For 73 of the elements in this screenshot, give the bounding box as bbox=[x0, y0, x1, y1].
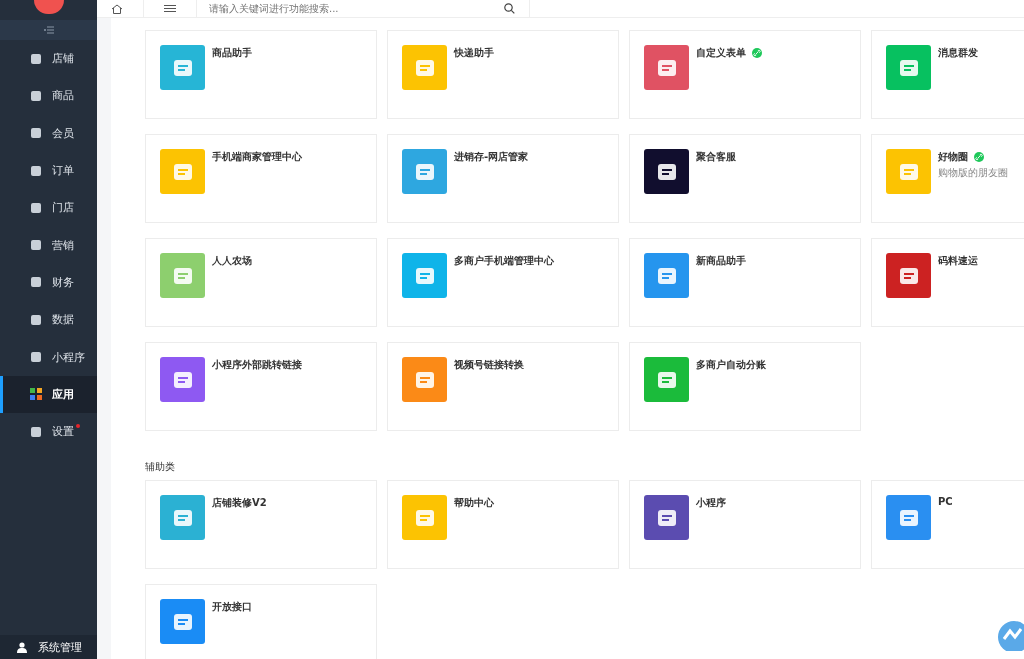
sidebar-item[interactable]: 订单 bbox=[0, 151, 97, 190]
menu-item-icon bbox=[30, 425, 42, 438]
logo-icon bbox=[33, 0, 64, 14]
menu-item-icon bbox=[30, 351, 42, 363]
sidebar-item[interactable]: 财务 bbox=[0, 263, 97, 302]
app-card[interactable]: 店铺装修V2 bbox=[145, 480, 377, 569]
search-field[interactable]: 请输入关键词进行功能搜索... bbox=[197, 3, 504, 14]
menu-item-icon bbox=[30, 239, 42, 252]
menu-item-icon bbox=[30, 164, 42, 177]
sidebar-item[interactable]: 营销 bbox=[0, 226, 97, 264]
app-name: 自定义表单 bbox=[696, 46, 746, 60]
floating-assistant-icon[interactable] bbox=[996, 619, 1024, 651]
sidebar-item[interactable]: 店铺 bbox=[0, 40, 97, 78]
app-card[interactable]: 码料速运 bbox=[871, 238, 1024, 327]
app-card[interactable]: 商品助手 bbox=[145, 30, 377, 119]
sidebar-item[interactable]: 商品 bbox=[0, 77, 97, 115]
app-card[interactable]: 快递助手 bbox=[387, 30, 619, 119]
app-card[interactable]: 进销存-网店管家 bbox=[387, 134, 619, 223]
app-card[interactable]: PC bbox=[871, 480, 1024, 569]
menu-icon[interactable] bbox=[143, 0, 197, 17]
menu-item-icon bbox=[30, 313, 42, 326]
app-name: PC bbox=[938, 496, 953, 507]
app-card[interactable]: 小程序 bbox=[629, 480, 861, 569]
app-card[interactable]: 小程序外部跳转链接 bbox=[145, 342, 377, 431]
sidebar-item[interactable]: 应用 bbox=[0, 375, 97, 413]
app-name: 帮助中心 bbox=[454, 496, 494, 510]
app-name: 店铺装修V2 bbox=[212, 496, 267, 510]
home-icon[interactable] bbox=[111, 3, 123, 14]
app-card[interactable]: 自定义表单 bbox=[629, 30, 861, 119]
menu-item-icon bbox=[30, 89, 42, 102]
app-name: 商品助手 bbox=[212, 46, 252, 60]
app-card[interactable]: 好物圈 购物版的朋友圈 bbox=[871, 134, 1024, 223]
menu-item-icon bbox=[30, 52, 42, 65]
app-name: 小程序外部跳转链接 bbox=[212, 358, 302, 372]
app-name: 聚合客服 bbox=[696, 150, 736, 164]
app-name: 多商户自动分账 bbox=[696, 358, 766, 372]
app-name: 进销存-网店管家 bbox=[454, 150, 529, 164]
app-card[interactable]: 视频号链接转换 bbox=[387, 342, 619, 431]
sidebar-item[interactable]: 设置 bbox=[0, 412, 97, 451]
app-name: 人人农场 bbox=[212, 254, 252, 268]
app-card[interactable]: 帮助中心 bbox=[387, 480, 619, 569]
app-name: 多商户手机端管理中心 bbox=[454, 254, 554, 268]
app-card[interactable]: 多商户手机端管理中心 bbox=[387, 238, 619, 327]
app-card[interactable]: 手机端商家管理中心 bbox=[145, 134, 377, 223]
app-card[interactable]: 开放接口 bbox=[145, 584, 377, 659]
menu-item-icon bbox=[30, 201, 42, 214]
sidebar-item[interactable]: 数据 bbox=[0, 301, 97, 339]
menu-item-icon bbox=[30, 388, 42, 401]
sidebar-item[interactable]: 小程序 bbox=[0, 338, 97, 376]
app-name: 视频号链接转换 bbox=[454, 358, 524, 372]
app-name: 好物圈 bbox=[938, 150, 968, 164]
app-card[interactable]: 聚合客服 bbox=[629, 134, 861, 223]
app-name: 消息群发 bbox=[938, 46, 978, 60]
app-name: 码料速运 bbox=[938, 254, 978, 268]
app-card[interactable]: 新商品助手 bbox=[629, 238, 861, 327]
menu-item-icon bbox=[30, 127, 42, 140]
app-description: 购物版的朋友圈 bbox=[938, 166, 1008, 180]
app-name: 小程序 bbox=[696, 496, 726, 510]
sidebar-item[interactable]: 门店 bbox=[0, 189, 97, 227]
menu-item-icon bbox=[30, 276, 42, 289]
sidebar-item[interactable]: 会员 bbox=[0, 114, 97, 152]
menu-collapse-icon[interactable] bbox=[43, 26, 54, 34]
app-name: 新商品助手 bbox=[696, 254, 746, 268]
system-admin-item[interactable]: 系统管理 bbox=[0, 635, 97, 659]
app-name: 快递助手 bbox=[454, 46, 494, 60]
app-card[interactable]: 人人农场 bbox=[145, 238, 377, 327]
app-card[interactable]: 消息群发 bbox=[871, 30, 1024, 119]
user-icon bbox=[17, 641, 28, 653]
app-name: 开放接口 bbox=[212, 600, 252, 614]
section-title: 辅助类 bbox=[145, 460, 176, 474]
app-name: 手机端商家管理中心 bbox=[212, 150, 302, 164]
app-card[interactable]: 多商户自动分账 bbox=[629, 342, 861, 431]
search-icon[interactable] bbox=[504, 3, 515, 14]
